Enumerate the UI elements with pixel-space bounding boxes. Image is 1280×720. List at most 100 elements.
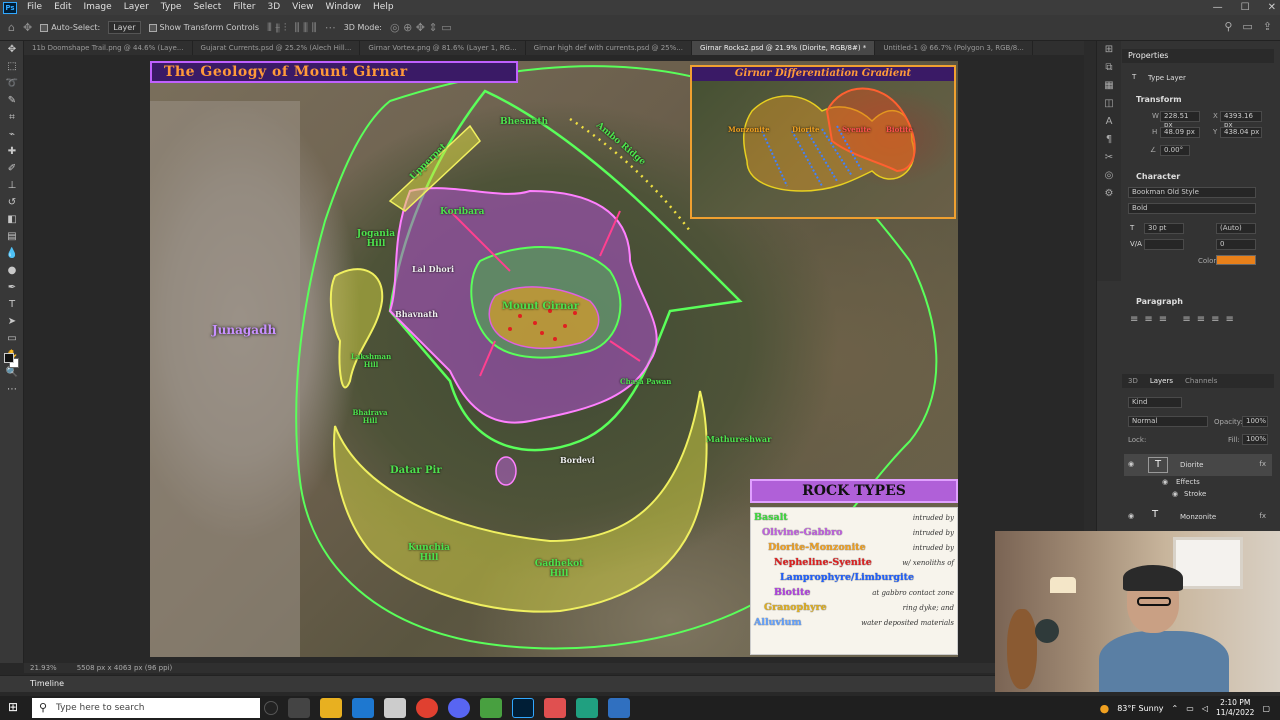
transform-section-head[interactable]: Transform [1136, 95, 1182, 104]
search-icon[interactable]: ⚲ [1224, 20, 1232, 33]
marquee-tool-icon[interactable]: ⬚ [0, 58, 24, 75]
move-tool-icon[interactable]: ✥ [0, 41, 24, 58]
history-brush-icon[interactable]: ↺ [0, 194, 24, 211]
fill-field[interactable]: 100% [1242, 434, 1268, 445]
brush-settings-icon[interactable]: ✂ [1097, 149, 1121, 167]
discord-icon[interactable] [448, 698, 470, 718]
app-icon[interactable] [608, 698, 630, 718]
volume-icon[interactable]: ◁ [1202, 704, 1208, 713]
tab-doomshape[interactable]: 11b Doomshape Trail.png @ 44.6% (Laye... [24, 41, 193, 55]
network-icon[interactable]: ▭ [1186, 704, 1194, 713]
maximize-icon[interactable]: ☐ [1241, 0, 1250, 15]
shape-tool-icon[interactable]: ▭ [0, 330, 24, 347]
opacity-field[interactable]: 100% [1242, 416, 1268, 427]
eyedropper-tool-icon[interactable]: ⌁ [0, 126, 24, 143]
quick-select-tool-icon[interactable]: ✎ [0, 92, 24, 109]
adjust-panel-icon[interactable]: ⧉ [1097, 59, 1121, 77]
navigator-panel-icon[interactable]: ◎ [1097, 167, 1121, 185]
fx-icon[interactable]: fx [1259, 512, 1266, 520]
geology-map-image[interactable]: The Geology of Mount Girnar Bhesnath Amb… [150, 61, 958, 657]
menu-view[interactable]: View [286, 0, 319, 15]
share-icon[interactable]: ⇪ [1263, 20, 1272, 33]
tab-3d[interactable]: 3D [1128, 374, 1138, 388]
align-icons[interactable]: ⫴ ⫵ ⫶ [267, 21, 286, 35]
path-select-tool-icon[interactable]: ➤ [0, 313, 24, 330]
tab-girnar-rocks2[interactable]: Girnar Rocks2.psd @ 21.9% (Diorite, RGB/… [691, 41, 876, 55]
paragraph-section-head[interactable]: Paragraph [1136, 297, 1183, 306]
eraser-tool-icon[interactable]: ◧ [0, 211, 24, 228]
workspace-icon[interactable]: ▭ [1242, 20, 1252, 33]
text-color-swatch[interactable] [1216, 255, 1256, 265]
zoom-level[interactable]: 21.93% [30, 663, 57, 673]
menu-select[interactable]: Select [187, 0, 227, 15]
tab-untitled-1[interactable]: Untitled-1 @ 66.7% (Polygon 3, RGB/8... [875, 41, 1033, 55]
type-tool-icon[interactable]: T [0, 296, 24, 313]
layer-effects-row[interactable]: ◉ Effects [1124, 476, 1272, 488]
menu-3d[interactable]: 3D [262, 0, 287, 15]
brush-tool-icon[interactable]: ✐ [0, 160, 24, 177]
differentiation-inset[interactable]: Girnar Differentiation Gradient Monzonit… [690, 65, 956, 219]
notifications-icon[interactable]: ▢ [1262, 704, 1270, 713]
angle-field[interactable]: 0.00° [1160, 145, 1190, 156]
properties-panel-icon[interactable]: ⚙ [1097, 185, 1121, 203]
menu-type[interactable]: Type [155, 0, 188, 15]
menu-edit[interactable]: Edit [48, 0, 77, 15]
file-explorer-icon[interactable] [320, 698, 342, 718]
font-family-dropdown[interactable]: Bookman Old Style [1128, 187, 1256, 198]
more-tools-icon[interactable]: ⋯ [0, 381, 24, 398]
cortana-icon[interactable] [264, 701, 278, 715]
more-options-icon[interactable]: ⋯ [325, 21, 336, 34]
visibility-eye-icon[interactable]: ◉ [1128, 460, 1134, 468]
app-icon[interactable] [576, 698, 598, 718]
tray-chevron-icon[interactable]: ⌃ [1172, 704, 1179, 713]
tab-channels[interactable]: Channels [1185, 374, 1217, 388]
leading-field[interactable]: (Auto) [1216, 223, 1256, 234]
layer-kind-filter[interactable]: Kind [1128, 397, 1182, 408]
properties-panel-title[interactable]: Properties [1122, 49, 1274, 63]
stamp-tool-icon[interactable]: ⊥ [0, 177, 24, 194]
pen-tool-icon[interactable]: ✒ [0, 279, 24, 296]
windows-start-icon[interactable]: ⊞ [8, 700, 24, 716]
tab-girnar-high-def[interactable]: Girnar high def with currents.psd @ 25%.… [526, 41, 692, 55]
fx-icon[interactable]: fx [1259, 460, 1266, 468]
minimize-icon[interactable]: — [1213, 0, 1223, 15]
tracking-field[interactable]: 0 [1216, 239, 1256, 250]
gradient-tool-icon[interactable]: ▤ [0, 228, 24, 245]
foreground-color-swatch[interactable] [4, 353, 14, 363]
transform-controls-checkbox[interactable] [148, 23, 157, 32]
home-icon[interactable]: ⌂ [8, 21, 15, 34]
auto-select-checkbox[interactable] [40, 23, 49, 32]
visibility-eye-icon[interactable]: ◉ [1162, 478, 1168, 486]
layer-name[interactable]: Diorite [1180, 461, 1204, 469]
lasso-tool-icon[interactable]: ➰ [0, 75, 24, 92]
tab-gujarat[interactable]: Gujarat Currents.psd @ 25.2% (Alech Hill… [193, 41, 361, 55]
mail-icon[interactable] [352, 698, 374, 718]
menu-help[interactable]: Help [367, 0, 400, 15]
timeline-label[interactable]: Timeline [30, 679, 64, 688]
chrome-icon[interactable] [416, 698, 438, 718]
dodge-tool-icon[interactable]: ● [0, 262, 24, 279]
app-icon[interactable] [544, 698, 566, 718]
menu-layer[interactable]: Layer [118, 0, 155, 15]
app-icon[interactable] [480, 698, 502, 718]
tab-layers[interactable]: Layers [1150, 374, 1173, 388]
height-field[interactable]: 48.09 px [1160, 127, 1200, 138]
distribute-icons[interactable]: ⫼ ⫼ ⫼ [295, 21, 317, 35]
3d-mode-icons[interactable]: ◎ ⊕ ✥ ⇕ ▭ [390, 21, 452, 34]
character-panel-icon[interactable]: A [1097, 113, 1121, 131]
taskbar-search-box[interactable]: ⚲ Type here to search [32, 698, 260, 718]
canvas-area[interactable]: The Geology of Mount Girnar Bhesnath Amb… [24, 55, 1084, 663]
taskbar-clock[interactable]: 2:10 PM 11/4/2022 [1216, 698, 1254, 718]
app-icon[interactable] [384, 698, 406, 718]
close-icon[interactable]: ✕ [1268, 0, 1276, 15]
character-section-head[interactable]: Character [1136, 172, 1180, 181]
crop-tool-icon[interactable]: ⌗ [0, 109, 24, 126]
history-panel-icon[interactable]: ⊞ [1097, 41, 1121, 59]
layer-stroke-row[interactable]: ◉ Stroke [1124, 488, 1272, 500]
menu-file[interactable]: File [21, 0, 48, 15]
menu-image[interactable]: Image [78, 0, 118, 15]
layer-row-monzonite[interactable]: ◉ T Monzonite fx [1124, 506, 1272, 528]
visibility-eye-icon[interactable]: ◉ [1172, 490, 1178, 498]
y-field[interactable]: 438.04 px [1220, 127, 1262, 138]
menu-filter[interactable]: Filter [227, 0, 261, 15]
